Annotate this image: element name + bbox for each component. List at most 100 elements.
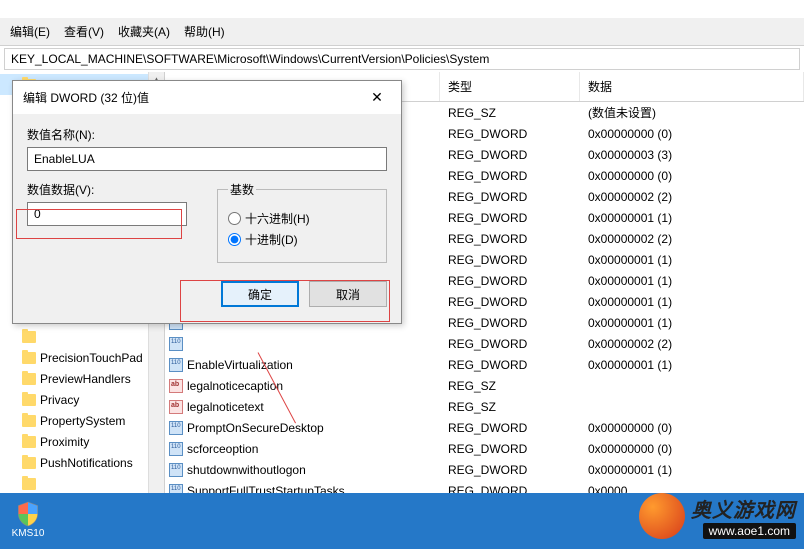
list-row[interactable]: scforceoption REG_DWORD0x00000000 (0) [165, 438, 804, 459]
tree-item[interactable]: PreviewHandlers [0, 368, 164, 389]
menu-bar: 编辑(E) 查看(V) 收藏夹(A) 帮助(H) [0, 18, 804, 46]
value-type: REG_DWORD [440, 463, 580, 477]
watermark-title: 奥义游戏网 [691, 494, 796, 523]
dword-value-icon [169, 463, 183, 477]
tree-item[interactable] [0, 326, 164, 347]
folder-icon [22, 457, 36, 469]
value-name: scforceoption [187, 442, 258, 456]
dword-value-icon [169, 337, 183, 351]
close-icon[interactable]: ✕ [363, 89, 391, 106]
string-value-icon [169, 400, 183, 414]
radix-legend: 基数 [228, 181, 256, 198]
tree-item[interactable]: Proximity [0, 431, 164, 452]
value-type: REG_DWORD [440, 169, 580, 183]
shield-icon [14, 500, 42, 528]
value-type: REG_DWORD [440, 190, 580, 204]
tree-item[interactable]: PushNotifications [0, 452, 164, 473]
value-type: REG_SZ [440, 106, 580, 120]
value-data: 0x00000001 (1) [580, 295, 804, 309]
folder-icon [22, 436, 36, 448]
folder-icon [22, 352, 36, 364]
tree-item[interactable]: Privacy [0, 389, 164, 410]
radix-hex-radio[interactable] [228, 212, 241, 225]
tree-item-label: PrecisionTouchPad [40, 351, 143, 365]
list-row[interactable]: shutdownwithoutlogon REG_DWORD0x00000001 … [165, 459, 804, 480]
tree-item[interactable]: PrecisionTouchPad [0, 347, 164, 368]
radix-dec-radio[interactable] [228, 233, 241, 246]
folder-icon [22, 394, 36, 406]
registry-path: KEY_LOCAL_MACHINE\SOFTWARE\Microsoft\Win… [11, 52, 489, 66]
list-row[interactable]: legalnoticetext REG_SZ [165, 396, 804, 417]
list-row[interactable]: REG_DWORD0x00000002 (2) [165, 333, 804, 354]
address-bar[interactable]: KEY_LOCAL_MACHINE\SOFTWARE\Microsoft\Win… [4, 48, 800, 70]
value-data: 0x00000001 (1) [580, 316, 804, 330]
value-data: 0x00000001 (1) [580, 463, 804, 477]
value-name: legalnoticecaption [187, 379, 283, 393]
value-type: REG_DWORD [440, 274, 580, 288]
ok-button[interactable]: 确定 [221, 281, 299, 307]
radix-dec-label: 十进制(D) [245, 231, 298, 248]
value-data: 0x00000001 (1) [580, 211, 804, 225]
taskbar-app[interactable]: KMS10 [6, 497, 50, 541]
list-row[interactable]: PromptOnSecureDesktop REG_DWORD0x00000000… [165, 417, 804, 438]
value-data: 0x00000002 (2) [580, 190, 804, 204]
value-data: (数值未设置) [580, 104, 804, 121]
tree-item-label: PropertySystem [40, 414, 125, 428]
value-type: REG_DWORD [440, 295, 580, 309]
value-data: 0x00000000 (0) [580, 421, 804, 435]
value-type: REG_DWORD [440, 421, 580, 435]
value-name: PromptOnSecureDesktop [187, 421, 324, 435]
title-bar [0, 0, 804, 18]
menu-view[interactable]: 查看(V) [58, 21, 110, 42]
watermark-url: www.aoe1.com [703, 523, 796, 539]
dword-value-icon [169, 358, 183, 372]
value-data: 0x00000002 (2) [580, 337, 804, 351]
dialog-titlebar[interactable]: 编辑 DWORD (32 位)值 ✕ [13, 81, 401, 114]
radix-hex-label: 十六进制(H) [245, 210, 310, 227]
value-type: REG_SZ [440, 400, 580, 414]
tree-item-label: Proximity [40, 435, 89, 449]
value-data: 0x00000001 (1) [580, 358, 804, 372]
value-name: legalnoticetext [187, 400, 264, 414]
dword-value-icon [169, 442, 183, 456]
value-data: 0x00000000 (0) [580, 127, 804, 141]
tree-item-label: PushNotifications [40, 456, 133, 470]
value-data-input[interactable] [27, 202, 187, 226]
list-row[interactable]: EnableVirtualizationREG_DWORD0x00000001 … [165, 354, 804, 375]
folder-icon [22, 331, 36, 343]
tree-item[interactable] [0, 473, 164, 494]
radix-group: 基数 十六进制(H) 十进制(D) [217, 181, 387, 263]
folder-icon [22, 415, 36, 427]
tree-item-label: Privacy [40, 393, 79, 407]
watermark: 奥义游戏网 www.aoe1.com [639, 493, 796, 539]
value-type: REG_DWORD [440, 148, 580, 162]
folder-icon [22, 373, 36, 385]
value-data: 0x00000000 (0) [580, 442, 804, 456]
menu-edit[interactable]: 编辑(E) [4, 21, 56, 42]
value-data-label: 数值数据(V): [27, 181, 187, 198]
menu-favorites[interactable]: 收藏夹(A) [112, 21, 176, 42]
col-header-type[interactable]: 类型 [440, 72, 580, 101]
menu-help[interactable]: 帮助(H) [178, 21, 231, 42]
col-header-data[interactable]: 数据 [580, 72, 804, 101]
value-type: REG_DWORD [440, 232, 580, 246]
value-name: shutdownwithoutlogon [187, 463, 306, 477]
folder-icon [22, 478, 36, 490]
value-data: 0x00000002 (2) [580, 232, 804, 246]
dword-value-icon [169, 421, 183, 435]
value-data: 0x00000001 (1) [580, 253, 804, 267]
tree-item[interactable]: PropertySystem [0, 410, 164, 431]
value-type: REG_SZ [440, 379, 580, 393]
value-name-label: 数值名称(N): [27, 126, 387, 143]
cancel-button[interactable]: 取消 [309, 281, 387, 307]
value-type: REG_DWORD [440, 442, 580, 456]
value-type: REG_DWORD [440, 211, 580, 225]
list-row[interactable]: legalnoticecaption REG_SZ [165, 375, 804, 396]
value-type: REG_DWORD [440, 127, 580, 141]
value-name-input[interactable] [27, 147, 387, 171]
string-value-icon [169, 379, 183, 393]
value-data: 0x00000001 (1) [580, 274, 804, 288]
value-type: REG_DWORD [440, 316, 580, 330]
taskbar-app-label: KMS10 [12, 528, 45, 539]
value-data: 0x00000000 (0) [580, 169, 804, 183]
